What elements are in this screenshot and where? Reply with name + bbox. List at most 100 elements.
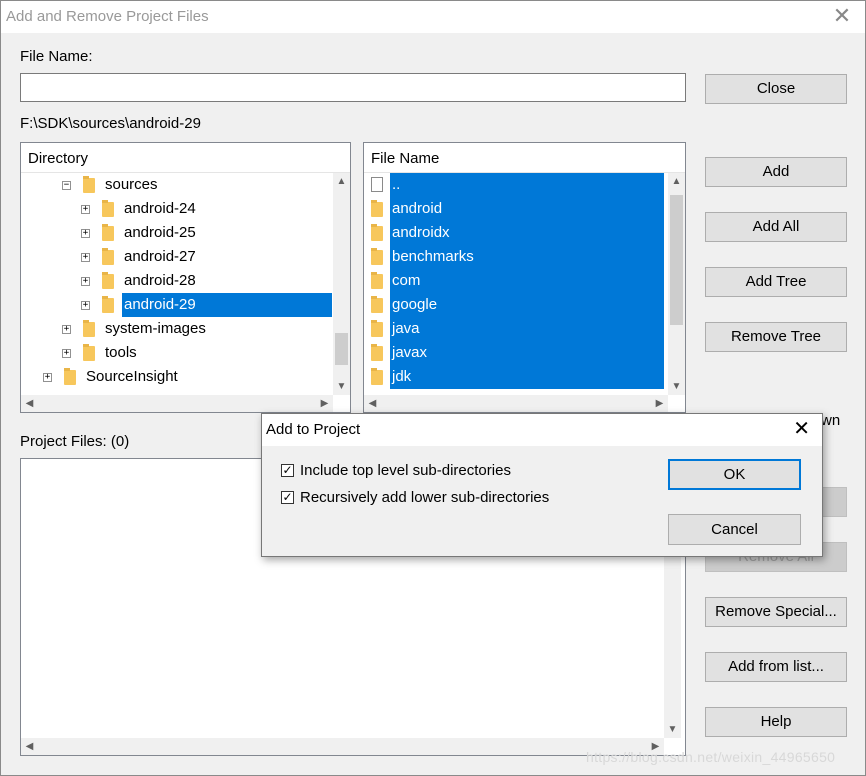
list-item-label: java	[390, 317, 664, 341]
close-button[interactable]: Close	[705, 74, 847, 104]
tree-item-system-images[interactable]: + system-images	[21, 317, 334, 341]
add-all-button[interactable]: Add All	[705, 212, 847, 242]
scroll-thumb[interactable]	[670, 195, 683, 325]
collapse-icon[interactable]: −	[62, 181, 71, 190]
list-item[interactable]: google	[364, 293, 665, 317]
expand-icon[interactable]: +	[81, 229, 90, 238]
add-button[interactable]: Add	[705, 157, 847, 187]
scroll-down-icon[interactable]: ▼	[333, 378, 350, 395]
current-path: F:\SDK\sources\android-29	[20, 115, 201, 132]
file-name-list[interactable]: File Name .. android androidx benchmarks…	[363, 142, 686, 413]
tree-item-label: android-28	[124, 272, 196, 289]
expand-icon[interactable]: +	[43, 373, 52, 382]
include-top-level-label: Include top level sub-directories	[300, 462, 511, 479]
list-item[interactable]: ..	[364, 173, 665, 197]
file-name-column-header[interactable]: File Name	[364, 143, 685, 173]
expand-icon[interactable]: +	[81, 277, 90, 286]
tree-item-label: system-images	[105, 320, 206, 337]
folder-icon	[102, 296, 114, 313]
file-name-label: File Name:	[20, 48, 93, 65]
expand-icon[interactable]: +	[81, 301, 90, 310]
scroll-right-icon[interactable]: ▶	[316, 395, 333, 412]
tree-item-android-28[interactable]: + android-28	[21, 269, 334, 293]
tree-item-android-27[interactable]: + android-27	[21, 245, 334, 269]
dialog-title: Add to Project	[266, 421, 361, 438]
list-item-label: ..	[390, 173, 664, 197]
window-close-icon[interactable]: ✕	[831, 4, 853, 28]
tree-item-android-24[interactable]: + android-24	[21, 197, 334, 221]
add-to-project-dialog: Add to Project ✕ ✓ Include top level sub…	[261, 413, 823, 557]
scroll-up-icon[interactable]: ▲	[333, 173, 350, 190]
watermark: https://blog.csdn.net/weixin_44965650	[586, 749, 836, 765]
tree-item-label: android-27	[124, 248, 196, 265]
project-files-label: Project Files: (0)	[20, 433, 130, 450]
ok-button[interactable]: OK	[668, 459, 801, 490]
list-item-label: benchmarks	[390, 245, 664, 269]
scroll-left-icon[interactable]: ◀	[364, 395, 381, 412]
list-item[interactable]: benchmarks	[364, 245, 665, 269]
directory-tree-body: − sources + android-24 + android-25 + an…	[21, 173, 334, 395]
list-item[interactable]: javax	[364, 341, 665, 365]
directory-header-label: Directory	[28, 150, 89, 167]
scroll-left-icon[interactable]: ◀	[21, 738, 38, 755]
expand-icon[interactable]: +	[62, 325, 71, 334]
recursively-add-checkbox[interactable]: ✓	[281, 491, 294, 504]
folder-icon	[371, 368, 383, 385]
tree-item-label: sources	[105, 176, 158, 193]
tree-item-label-selected: android-29	[122, 293, 332, 317]
add-from-list-button[interactable]: Add from list...	[705, 652, 847, 682]
scroll-down-icon[interactable]: ▼	[668, 378, 685, 395]
expand-icon[interactable]: +	[81, 253, 90, 262]
scroll-up-icon[interactable]: ▲	[668, 173, 685, 190]
file-icon	[371, 177, 383, 192]
folder-icon	[371, 272, 383, 289]
directory-tree[interactable]: Directory − sources + android-24 + andro…	[20, 142, 351, 413]
file-list-body: .. android androidx benchmarks com googl…	[364, 173, 665, 395]
tree-item-label: android-24	[124, 200, 196, 217]
dialog-close-icon[interactable]: ✕	[793, 417, 810, 441]
list-item[interactable]: android	[364, 197, 665, 221]
scroll-down-icon[interactable]: ▼	[664, 721, 681, 738]
scroll-right-icon[interactable]: ▶	[651, 395, 668, 412]
directory-vertical-scrollbar[interactable]: ▲ ▼	[333, 173, 350, 395]
project-files-horizontal-scrollbar[interactable]: ◀ ▶	[21, 738, 664, 755]
directory-horizontal-scrollbar[interactable]: ◀ ▶	[21, 395, 333, 412]
list-item-label: jdk	[390, 365, 664, 389]
partially-hidden-text: wn	[821, 412, 841, 429]
list-item[interactable]: com	[364, 269, 665, 293]
expand-icon[interactable]: +	[62, 349, 71, 358]
help-button[interactable]: Help	[705, 707, 847, 737]
file-list-vertical-scrollbar[interactable]: ▲ ▼	[668, 173, 685, 395]
list-item-label: androidx	[390, 221, 664, 245]
folder-icon	[371, 200, 383, 217]
include-top-level-checkbox[interactable]: ✓	[281, 464, 294, 477]
remove-special-button[interactable]: Remove Special...	[705, 597, 847, 627]
tree-item-android-25[interactable]: + android-25	[21, 221, 334, 245]
folder-icon	[102, 272, 114, 289]
list-item[interactable]: java	[364, 317, 665, 341]
remove-tree-button[interactable]: Remove Tree	[705, 322, 847, 352]
tree-item-tools[interactable]: + tools	[21, 341, 334, 365]
list-item-label: google	[390, 293, 664, 317]
cancel-button[interactable]: Cancel	[668, 514, 801, 545]
expand-icon[interactable]: +	[81, 205, 90, 214]
tree-item-sourceinsight[interactable]: + SourceInsight	[21, 365, 334, 389]
scroll-thumb[interactable]	[335, 333, 348, 365]
tree-item-android-29[interactable]: + android-29	[21, 293, 334, 317]
file-name-header-label: File Name	[371, 150, 440, 167]
folder-icon	[83, 320, 95, 337]
scroll-left-icon[interactable]: ◀	[21, 395, 38, 412]
file-list-horizontal-scrollbar[interactable]: ◀ ▶	[364, 395, 668, 412]
file-name-input[interactable]	[20, 73, 686, 102]
tree-item-label: android-25	[124, 224, 196, 241]
add-tree-button[interactable]: Add Tree	[705, 267, 847, 297]
tree-item-sources[interactable]: − sources	[21, 173, 334, 197]
folder-icon	[371, 296, 383, 313]
title-bar: Add and Remove Project Files ✕	[1, 1, 865, 33]
list-item[interactable]: androidx	[364, 221, 665, 245]
directory-column-header[interactable]: Directory	[21, 143, 350, 173]
dialog-title-bar: Add to Project ✕	[262, 414, 822, 446]
folder-icon	[102, 200, 114, 217]
recursively-add-label: Recursively add lower sub-directories	[300, 489, 550, 506]
list-item[interactable]: jdk	[364, 365, 665, 389]
